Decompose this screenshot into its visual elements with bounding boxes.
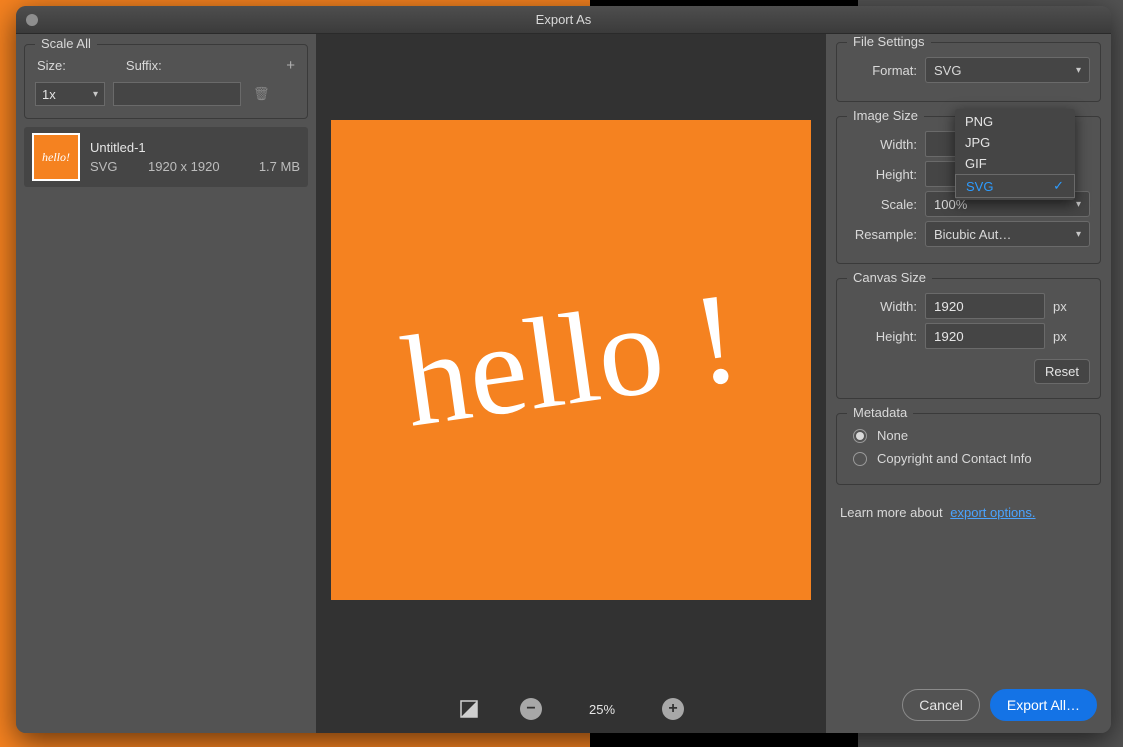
format-dropdown: PNG JPG GIF SVG ✓ (955, 109, 1075, 200)
chevron-down-icon: ▾ (93, 89, 98, 100)
size-label: Size: (37, 58, 66, 73)
dialog-title: Export As (16, 12, 1111, 27)
chevron-down-icon: ▾ (1076, 199, 1081, 210)
metadata-none-row[interactable]: None (847, 424, 1090, 447)
file-settings-legend: File Settings (847, 34, 931, 49)
scale-all-group: Scale All Size: Suffix: + 1x ▾ 🗑 (24, 44, 308, 119)
left-panel: Scale All Size: Suffix: + 1x ▾ 🗑 (16, 34, 316, 733)
titlebar: Export As (16, 6, 1111, 34)
img-width-label: Width: (847, 137, 925, 152)
metadata-none-label: None (877, 428, 908, 443)
format-option-gif[interactable]: GIF (955, 153, 1075, 174)
asset-row[interactable]: hello! Untitled-1 SVG 1920 x 1920 1.7 MB (24, 127, 308, 187)
check-icon: ✓ (1053, 178, 1064, 194)
format-label: Format: (847, 63, 925, 78)
format-value: SVG (934, 63, 961, 78)
img-height-label: Height: (847, 167, 925, 182)
cv-width-label: Width: (847, 299, 925, 314)
contrast-icon[interactable] (458, 698, 480, 720)
chevron-down-icon: ▾ (1076, 229, 1081, 240)
radio-icon (853, 429, 867, 443)
cv-width-input[interactable] (925, 293, 1045, 319)
asset-filesize: 1.7 MB (259, 159, 300, 174)
image-size-legend: Image Size (847, 108, 924, 123)
scale-all-legend: Scale All (35, 36, 97, 51)
artboard: hello ! (331, 120, 811, 600)
cancel-button[interactable]: Cancel (902, 689, 980, 721)
suffix-label: Suffix: (126, 58, 162, 73)
size-value: 1x (42, 87, 56, 102)
learn-more: Learn more about export options. (836, 499, 1101, 520)
asset-dimensions: 1920 x 1920 (148, 159, 259, 174)
export-all-button[interactable]: Export All… (990, 689, 1097, 721)
zoom-percent: 25% (582, 702, 622, 717)
zoom-in-icon[interactable]: + (662, 698, 684, 720)
add-scale-icon[interactable]: + (286, 57, 297, 74)
resample-value: Bicubic Aut… (934, 227, 1011, 242)
preview-panel: hello ! − 25% + (316, 34, 826, 733)
artwork-text: hello ! (394, 262, 747, 457)
format-option-png[interactable]: PNG (955, 111, 1075, 132)
canvas-size-group: Canvas Size Width: px Height: px Reset (836, 278, 1101, 399)
chevron-down-icon: ▾ (1076, 65, 1081, 76)
metadata-legend: Metadata (847, 405, 913, 420)
asset-thumbnail: hello! (32, 133, 80, 181)
dialog-footer: Cancel Export All… (902, 689, 1097, 721)
file-settings-group: File Settings Format: SVG ▾ PNG JPG GIF … (836, 42, 1101, 102)
unit-px: px (1053, 329, 1067, 344)
resample-label: Resample: (847, 227, 925, 242)
size-select[interactable]: 1x ▾ (35, 82, 105, 106)
suffix-input[interactable] (113, 82, 241, 106)
right-panel: File Settings Format: SVG ▾ PNG JPG GIF … (826, 34, 1111, 733)
trash-icon[interactable]: 🗑 (253, 86, 270, 102)
format-select[interactable]: SVG ▾ (925, 57, 1090, 83)
metadata-copyright-label: Copyright and Contact Info (877, 451, 1032, 466)
asset-format: SVG (90, 159, 148, 174)
unit-px: px (1053, 299, 1067, 314)
radio-icon (853, 452, 867, 466)
scale-label: Scale: (847, 197, 925, 212)
format-option-svg[interactable]: SVG ✓ (955, 174, 1075, 198)
reset-button[interactable]: Reset (1034, 359, 1090, 384)
thumb-text: hello! (34, 135, 78, 179)
zoom-out-icon[interactable]: − (520, 698, 542, 720)
export-as-dialog: Export As Scale All Size: Suffix: + 1x ▾… (16, 6, 1111, 733)
cv-height-input[interactable] (925, 323, 1045, 349)
canvas-size-legend: Canvas Size (847, 270, 932, 285)
zoom-bar: − 25% + (316, 685, 826, 733)
preview-area[interactable]: hello ! (316, 34, 826, 685)
cv-height-label: Height: (847, 329, 925, 344)
metadata-copyright-row[interactable]: Copyright and Contact Info (847, 447, 1090, 470)
format-option-jpg[interactable]: JPG (955, 132, 1075, 153)
export-options-link[interactable]: export options. (950, 505, 1035, 520)
metadata-group: Metadata None Copyright and Contact Info (836, 413, 1101, 485)
resample-select[interactable]: Bicubic Aut… ▾ (925, 221, 1090, 247)
asset-name: Untitled-1 (90, 140, 300, 155)
